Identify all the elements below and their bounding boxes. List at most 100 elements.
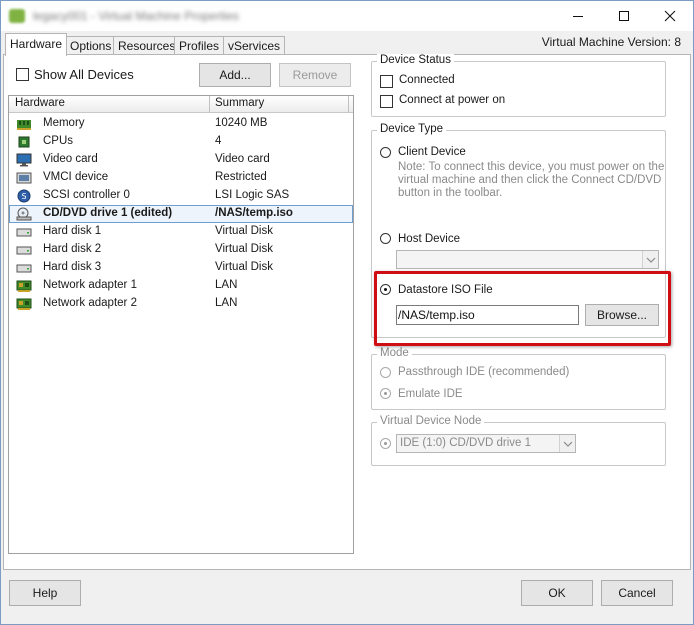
- table-row[interactable]: Network adapter 2 LAN: [9, 295, 353, 313]
- row-hardware-name: Video card: [43, 153, 98, 165]
- connected-label: Connected: [399, 74, 455, 86]
- host-device-radio[interactable]: [380, 233, 391, 244]
- table-row[interactable]: Hard disk 2 Virtual Disk: [9, 241, 353, 259]
- device-status-group: Device Status Connected Connect at power…: [371, 54, 666, 117]
- row-hardware-name: Memory: [43, 117, 85, 129]
- virtual-device-node-title: Virtual Device Node: [377, 415, 485, 427]
- window-title: legacy001 - Virtual Machine Properties: [33, 9, 239, 23]
- remove-device-button[interactable]: Remove: [279, 63, 351, 87]
- mode-title: Mode: [377, 347, 412, 359]
- table-row[interactable]: Network adapter 1 LAN: [9, 277, 353, 295]
- table-row[interactable]: Hard disk 1 Virtual Disk: [9, 223, 353, 241]
- vdn-select-value: IDE (1:0) CD/DVD drive 1: [400, 437, 532, 449]
- chevron-down-icon: [646, 257, 656, 263]
- ok-button[interactable]: OK: [521, 580, 593, 606]
- table-row[interactable]: CPUs 4: [9, 133, 353, 151]
- row-summary: Virtual Disk: [215, 243, 273, 255]
- column-header-summary[interactable]: Summary: [215, 97, 264, 109]
- client-device-note-line3: button in the toolbar.: [398, 187, 503, 199]
- highlight-annotation: [374, 271, 671, 346]
- passthrough-ide-radio[interactable]: [380, 367, 391, 378]
- row-hardware-name: Hard disk 1: [43, 225, 102, 237]
- table-row[interactable]: VMCI device Restricted: [9, 169, 353, 187]
- client-device-note-line1: Note: To connect this device, you must p…: [398, 161, 665, 173]
- network-adapter-icon: [16, 298, 32, 310]
- hard-disk-icon: [16, 228, 32, 237]
- hard-disk-icon: [16, 246, 32, 255]
- checkbox-box[interactable]: [16, 67, 29, 81]
- client-device-label: Client Device: [398, 146, 466, 158]
- vm-version-label: Virtual Machine Version: 8: [541, 35, 681, 49]
- virtual-device-node-group: Virtual Device Node IDE (1:0) CD/DVD dri…: [371, 415, 666, 466]
- table-row-selected[interactable]: CD/DVD drive 1 (edited) /NAS/temp.iso: [9, 205, 353, 223]
- row-hardware-name: VMCI device: [43, 171, 109, 183]
- cd-drive-icon: [16, 207, 32, 221]
- mode-group: Mode Passthrough IDE (recommended) Emula…: [371, 347, 666, 410]
- connect-at-power-on-label: Connect at power on: [399, 94, 506, 106]
- row-hardware-name: Network adapter 2: [43, 297, 137, 309]
- tab-options[interactable]: Options: [65, 36, 117, 55]
- maximize-button[interactable]: [601, 1, 647, 31]
- table-header: Hardware Summary: [9, 96, 353, 113]
- tab-resources[interactable]: Resources: [113, 36, 181, 55]
- add-device-button[interactable]: Add...: [199, 63, 271, 87]
- row-summary: 4: [215, 135, 222, 147]
- tab-vservices[interactable]: vServices: [223, 36, 286, 55]
- table-row[interactable]: Memory 10240 MB: [9, 115, 353, 133]
- row-summary: /NAS/temp.iso: [215, 207, 293, 219]
- row-hardware-name: SCSI controller 0: [43, 189, 130, 201]
- row-hardware-name: CPUs: [43, 135, 74, 147]
- hard-disk-icon: [16, 264, 32, 273]
- row-summary: LAN: [215, 279, 238, 291]
- device-type-title: Device Type: [377, 123, 447, 135]
- row-hardware-name: CD/DVD drive 1 (edited): [43, 207, 173, 219]
- row-summary: Virtual Disk: [215, 261, 273, 273]
- table-row[interactable]: Video card Video card: [9, 151, 353, 169]
- virtual-device-node-select[interactable]: IDE (1:0) CD/DVD drive 1: [396, 434, 576, 453]
- network-adapter-icon: [16, 280, 32, 292]
- minimize-icon: [573, 16, 583, 17]
- vdn-radio[interactable]: [380, 438, 391, 449]
- show-all-devices-label: Show All Devices: [34, 67, 134, 82]
- show-all-devices-checkbox[interactable]: Show All Devices: [16, 67, 134, 82]
- row-summary: Video card: [215, 153, 270, 165]
- connected-checkbox[interactable]: [380, 75, 393, 88]
- column-header-hardware[interactable]: Hardware: [15, 97, 65, 109]
- maximize-icon: [619, 11, 629, 21]
- vdn-dropdown-button[interactable]: [559, 435, 575, 452]
- scsi-icon: S: [17, 189, 31, 203]
- monitor-icon: [16, 153, 32, 167]
- vmci-icon: [16, 172, 32, 184]
- close-icon: [664, 10, 676, 22]
- table-row[interactable]: Hard disk 3 Virtual Disk: [9, 259, 353, 277]
- table-row[interactable]: S SCSI controller 0 LSI Logic SAS: [9, 187, 353, 205]
- row-summary: 10240 MB: [215, 117, 268, 129]
- row-summary: Restricted: [215, 171, 267, 183]
- cpu-icon: [18, 136, 30, 148]
- host-device-select[interactable]: [396, 250, 659, 269]
- help-button[interactable]: Help: [9, 580, 81, 606]
- chevron-down-icon: [563, 441, 573, 447]
- cancel-button[interactable]: Cancel: [601, 580, 673, 606]
- close-button[interactable]: [647, 1, 693, 31]
- vm-properties-window: legacy001 - Virtual Machine Properties H…: [0, 0, 694, 625]
- memory-icon: [17, 120, 31, 130]
- host-device-dropdown-button[interactable]: [642, 251, 658, 268]
- title-bar[interactable]: legacy001 - Virtual Machine Properties: [1, 1, 693, 31]
- tab-hardware[interactable]: Hardware: [5, 33, 68, 56]
- row-summary: LAN: [215, 297, 238, 309]
- emulate-ide-label: Emulate IDE: [398, 388, 463, 400]
- row-hardware-name: Hard disk 2: [43, 243, 102, 255]
- app-icon: [9, 9, 25, 23]
- passthrough-ide-label: Passthrough IDE (recommended): [398, 366, 570, 378]
- emulate-ide-radio[interactable]: [380, 388, 391, 399]
- svg-text:S: S: [21, 192, 26, 201]
- tab-profiles[interactable]: Profiles: [174, 36, 225, 55]
- host-device-label: Host Device: [398, 233, 460, 245]
- row-summary: LSI Logic SAS: [215, 189, 290, 201]
- row-hardware-name: Network adapter 1: [43, 279, 137, 291]
- hardware-table: Hardware Summary Memory 10240 MB CPUs 4 …: [8, 95, 354, 554]
- client-device-radio[interactable]: [380, 147, 391, 158]
- connect-at-power-on-checkbox[interactable]: [380, 95, 393, 108]
- minimize-button[interactable]: [555, 1, 601, 31]
